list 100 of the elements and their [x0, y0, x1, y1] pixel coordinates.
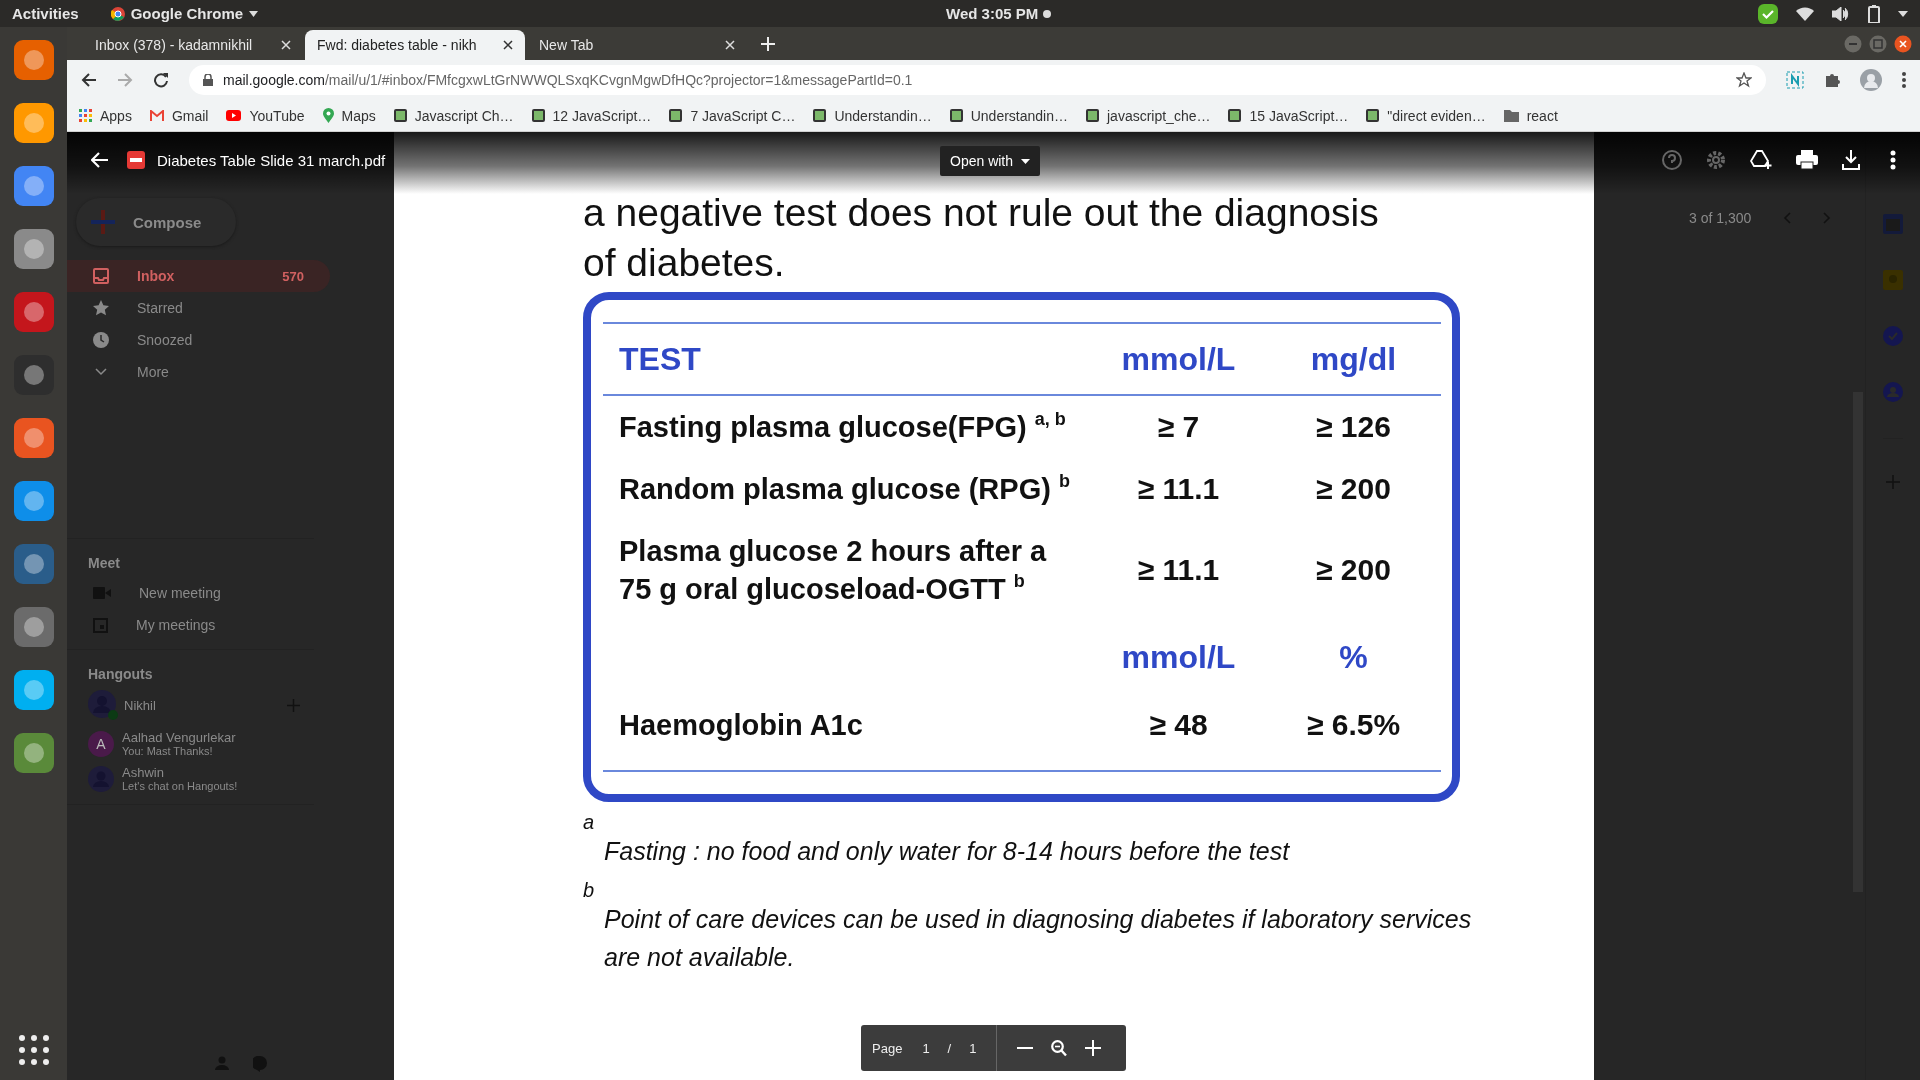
- close-icon[interactable]: [1894, 34, 1912, 53]
- back-arrow-icon[interactable]: [91, 152, 109, 168]
- add-to-drive-icon[interactable]: [1750, 150, 1772, 170]
- test-name: Random plasma glucose (RPG) $^{b}$: [618, 470, 1071, 507]
- site-icon: [393, 109, 407, 122]
- nav-item[interactable]: Starred: [67, 292, 330, 324]
- table-cell-text: ≥ 7: [1156, 409, 1201, 445]
- bookmark[interactable]: Gmail: [149, 107, 209, 124]
- meet-item[interactable]: New meeting: [67, 577, 314, 609]
- meet-item[interactable]: My meetings: [67, 609, 314, 641]
- app-grid-icon[interactable]: [17, 1034, 50, 1066]
- table-cell-text: ≥ 11.1: [1136, 552, 1221, 588]
- settings-icon[interactable]: [1706, 150, 1726, 170]
- battery-icon[interactable]: [1868, 4, 1880, 23]
- caret-icon: [249, 10, 259, 17]
- open-with-button[interactable]: Open with: [940, 146, 1041, 176]
- browser-tab[interactable]: Inbox (378) - kadamnikhil: [83, 30, 303, 60]
- chat-contact[interactable]: Ashwin Let's chat on Hangouts!: [67, 761, 314, 796]
- reload-icon[interactable]: [153, 72, 169, 88]
- volume-icon[interactable]: [1832, 6, 1850, 21]
- footnote-mark: a: [583, 812, 595, 832]
- page-number-field[interactable]: 1: [922, 1040, 930, 1056]
- site-icon: [669, 109, 683, 122]
- bookmark[interactable]: "direct eviden…: [1366, 107, 1486, 124]
- check-badge-icon[interactable]: [1758, 3, 1778, 24]
- test-name: Fasting plasma glucose(FPG) $^{a, b}$: [618, 408, 1067, 445]
- new-tab-icon[interactable]: [761, 36, 775, 51]
- play-icon: [226, 110, 242, 121]
- browser-tab[interactable]: Fwd: diabetes table - nikh: [305, 30, 525, 60]
- table-cell-text: ≥ 200: [1315, 552, 1392, 588]
- extension-icon[interactable]: [1786, 71, 1804, 89]
- footnote-mark: b: [583, 880, 595, 900]
- footnote-text: Point of care devices can be used in diagnosing diabetes if laboratory services are not available.: [604, 904, 1473, 973]
- caret-icon: [1021, 158, 1031, 164]
- back-icon[interactable]: [81, 72, 97, 88]
- bookmark[interactable]: javascript_che…: [1086, 107, 1211, 124]
- column-header: mmol/L: [1120, 637, 1237, 677]
- check-circle-icon[interactable]: [1883, 326, 1903, 346]
- column-header: mg/dl: [1266, 324, 1441, 396]
- address-bar[interactable]: mail.google.com/mail/u/1/#inbox/FMfcgxwLtGrNWWQLSxqKCvgnMgwDfHQc?projector=1&messagePartId=0.1: [189, 65, 1766, 95]
- plus-icon: [91, 210, 115, 234]
- app-menu[interactable]: Google Chrome: [130, 5, 244, 22]
- avatar-letter: A: [88, 730, 114, 757]
- browser-tab[interactable]: New Tab: [527, 30, 747, 60]
- chrome-icon: [110, 6, 125, 21]
- site-icon: [1086, 109, 1099, 122]
- bookmark[interactable]: Maps: [322, 107, 376, 124]
- download-icon[interactable]: [1842, 150, 1860, 170]
- site-icon: [1366, 109, 1380, 122]
- table-cell-text: ≥ 126: [1315, 409, 1392, 445]
- grid-icon: [79, 109, 92, 122]
- site-icon: [1228, 109, 1242, 122]
- bookmark[interactable]: Understandin…: [813, 107, 932, 124]
- more-vert-icon[interactable]: [1890, 150, 1896, 170]
- footnote-text: Fasting : no food and only water for 8-14 hours before the test: [604, 836, 1291, 867]
- heading-line: of diabetes.: [583, 240, 785, 286]
- print-icon[interactable]: [1796, 150, 1818, 170]
- test-name: Haemoglobin A1c: [618, 708, 864, 743]
- activities-button[interactable]: Activities: [12, 5, 79, 22]
- lock-icon: [203, 74, 213, 86]
- column-header: TEST: [603, 324, 1091, 396]
- wifi-icon[interactable]: [1796, 6, 1814, 21]
- nav-item[interactable]: Snoozed: [67, 324, 330, 356]
- pdf-file-icon: [127, 151, 145, 169]
- nav-item[interactable]: More: [67, 356, 330, 388]
- close-icon[interactable]: [503, 40, 513, 50]
- nav-item[interactable]: Inbox 570: [67, 260, 330, 292]
- folder-icon: [1503, 109, 1519, 122]
- test-name: Plasma glucose 2 hours after a 75 g oral glucoseload-OGTT $^{b}$: [618, 534, 1048, 607]
- page-separator: /: [947, 1040, 952, 1056]
- section-heading: Hangouts: [87, 665, 154, 684]
- map-pin-icon: [322, 108, 334, 123]
- column-header: mmol/L: [1091, 324, 1266, 396]
- star-icon[interactable]: [1736, 72, 1752, 88]
- puzzle-icon[interactable]: [1824, 72, 1840, 88]
- bookmark[interactable]: 12 JavaScript…: [531, 107, 652, 124]
- clock[interactable]: Wed 3:05 PM: [946, 5, 1039, 22]
- bookmark[interactable]: YouTube: [226, 107, 305, 124]
- zoom-in-icon[interactable]: [1085, 1040, 1102, 1056]
- help-icon[interactable]: [1662, 150, 1682, 170]
- page-total: 1: [969, 1040, 977, 1056]
- section-heading: Meet: [87, 554, 121, 573]
- caret-icon[interactable]: [1898, 10, 1908, 17]
- zoom-icon[interactable]: [1051, 1039, 1068, 1057]
- clock-icon: [93, 332, 109, 348]
- site-icon: [531, 109, 545, 122]
- table-cell-text: ≥ 11.1: [1136, 471, 1221, 507]
- file-name: Diabetes Table Slide 31 march.pdf: [157, 151, 386, 169]
- more-vert-icon[interactable]: [1902, 72, 1906, 88]
- mail-icon: [149, 110, 164, 121]
- compose-button[interactable]: Compose: [76, 198, 236, 246]
- bookmark[interactable]: Apps: [79, 107, 132, 124]
- user-name[interactable]: Nikhil: [124, 697, 156, 713]
- bookmark[interactable]: Javascript Ch…: [393, 107, 514, 124]
- bookmark[interactable]: 7 JavaScript C…: [669, 107, 796, 124]
- bookmark[interactable]: 15 JavaScript…: [1228, 107, 1349, 124]
- bookmark[interactable]: Understandin…: [949, 107, 1068, 124]
- avatar-icon: [88, 690, 118, 720]
- chat-contact[interactable]: A Aalhad Vengurlekar You: Mast Thanks!: [67, 726, 314, 761]
- bookmark[interactable]: react: [1503, 107, 1558, 124]
